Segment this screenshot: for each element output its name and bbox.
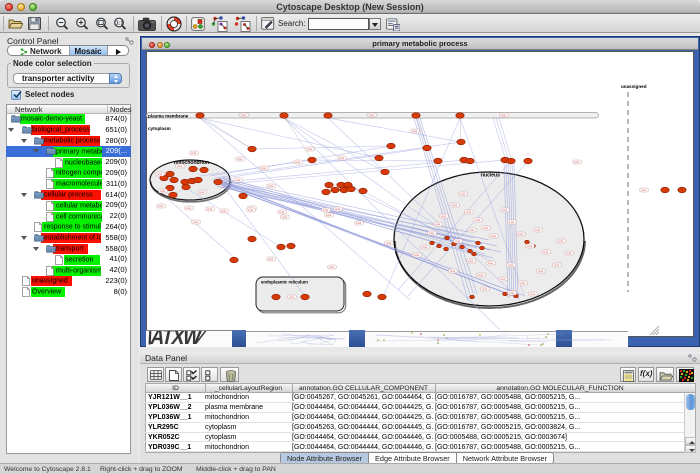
svg-text:xxxx: xxxx: [475, 219, 481, 222]
svg-text:xxxx: xxxx: [488, 262, 494, 265]
svg-text:xxxx: xxxx: [435, 223, 441, 226]
svg-text:xxxx: xxxx: [412, 130, 418, 133]
svg-text:xxxx: xxxx: [191, 152, 197, 155]
svg-text:xxxx: xxxx: [193, 221, 199, 224]
svg-text:xxxx: xxxx: [339, 157, 345, 160]
svg-text:xxxx: xxxx: [335, 208, 341, 211]
svg-text:xxxx: xxxx: [329, 266, 335, 269]
svg-text:xxxx: xxxx: [241, 114, 247, 117]
svg-text:xxxx: xxxx: [501, 114, 507, 117]
svg-text:xxxx: xxxx: [500, 278, 506, 281]
svg-text:cytoplasm: cytoplasm: [148, 126, 171, 131]
svg-text:xxxx: xxxx: [535, 229, 541, 232]
svg-text:xxxx: xxxx: [558, 240, 564, 243]
svg-text:xxxx: xxxx: [207, 208, 213, 211]
svg-text:xxxx: xxxx: [452, 204, 458, 207]
svg-text:xxxx: xxxx: [422, 246, 428, 249]
svg-text:xxxx: xxxx: [460, 193, 466, 196]
svg-text:xxxx: xxxx: [469, 229, 475, 232]
svg-text:nucleus: nucleus: [481, 173, 500, 179]
svg-text:xxxx: xxxx: [157, 173, 163, 176]
svg-text:xxxx: xxxx: [468, 260, 474, 263]
svg-text:xxxx: xxxx: [527, 245, 533, 248]
svg-text:xxxx: xxxx: [491, 235, 497, 238]
svg-text:xxxx: xxxx: [295, 161, 301, 164]
svg-text:xxxx: xxxx: [323, 209, 329, 212]
svg-text:xxxx: xxxx: [538, 270, 544, 273]
svg-text:xxxx: xxxx: [279, 211, 285, 214]
svg-text:endoplasmic reticulum: endoplasmic reticulum: [261, 280, 308, 285]
svg-text:xxxx: xxxx: [160, 190, 166, 193]
svg-text:xxxx: xxxx: [386, 242, 392, 245]
svg-text:xxxx: xxxx: [455, 240, 461, 243]
svg-text:xxxx: xxxx: [221, 210, 227, 213]
svg-text:xxxx: xxxx: [248, 209, 254, 212]
svg-text:xxxx: xxxx: [482, 288, 488, 291]
svg-text:xxxx: xxxx: [520, 282, 526, 285]
svg-text:xxxx: xxxx: [307, 148, 313, 151]
svg-text:xxxx: xxxx: [186, 207, 192, 210]
svg-text:xxxx: xxxx: [574, 161, 580, 164]
svg-text:xxxx: xxxx: [177, 165, 183, 168]
svg-text:plasma membrane: plasma membrane: [148, 113, 189, 118]
svg-text:xxxx: xxxx: [466, 211, 472, 214]
svg-text:xxxx: xxxx: [566, 252, 572, 255]
svg-text:xxxx: xxxx: [641, 189, 647, 192]
svg-text:unassigned: unassigned: [621, 84, 647, 89]
svg-text:xxxx: xxxx: [268, 258, 274, 261]
svg-text:xxxx: xxxx: [158, 205, 164, 208]
svg-text:xxxx: xxxx: [414, 254, 420, 257]
svg-text:xxxx: xxxx: [478, 274, 484, 277]
svg-text:xxxx: xxxx: [509, 292, 515, 295]
svg-text:xxxx: xxxx: [326, 214, 332, 217]
svg-text:xxxx: xxxx: [268, 185, 274, 188]
svg-text:xxxx: xxxx: [237, 158, 243, 161]
svg-text:xxxx: xxxx: [483, 227, 489, 230]
svg-text:xxxx: xxxx: [282, 216, 288, 219]
svg-text:xxxx: xxxx: [554, 264, 560, 267]
svg-text:xxxx: xxxx: [543, 251, 549, 254]
svg-text:xxxx: xxxx: [502, 209, 508, 212]
svg-text:xxxx: xxxx: [356, 222, 362, 225]
svg-text:xxxx: xxxx: [261, 167, 267, 170]
svg-text:xxxx: xxxx: [530, 293, 536, 296]
svg-text:xxxx: xxxx: [429, 232, 435, 235]
svg-text:xxxx: xxxx: [441, 215, 447, 218]
svg-text:xxxx: xxxx: [199, 191, 205, 194]
svg-text:xxxx: xxxx: [450, 270, 456, 273]
svg-text:xxxx: xxxx: [509, 221, 515, 224]
svg-text:xxxx: xxxx: [289, 296, 295, 299]
svg-text:1:1: 1:1: [116, 21, 123, 27]
svg-text:xxxx: xxxx: [235, 179, 241, 182]
svg-text:xxxx: xxxx: [369, 114, 375, 117]
svg-text:xxxx: xxxx: [518, 233, 524, 236]
svg-text:xxxx: xxxx: [508, 264, 514, 267]
